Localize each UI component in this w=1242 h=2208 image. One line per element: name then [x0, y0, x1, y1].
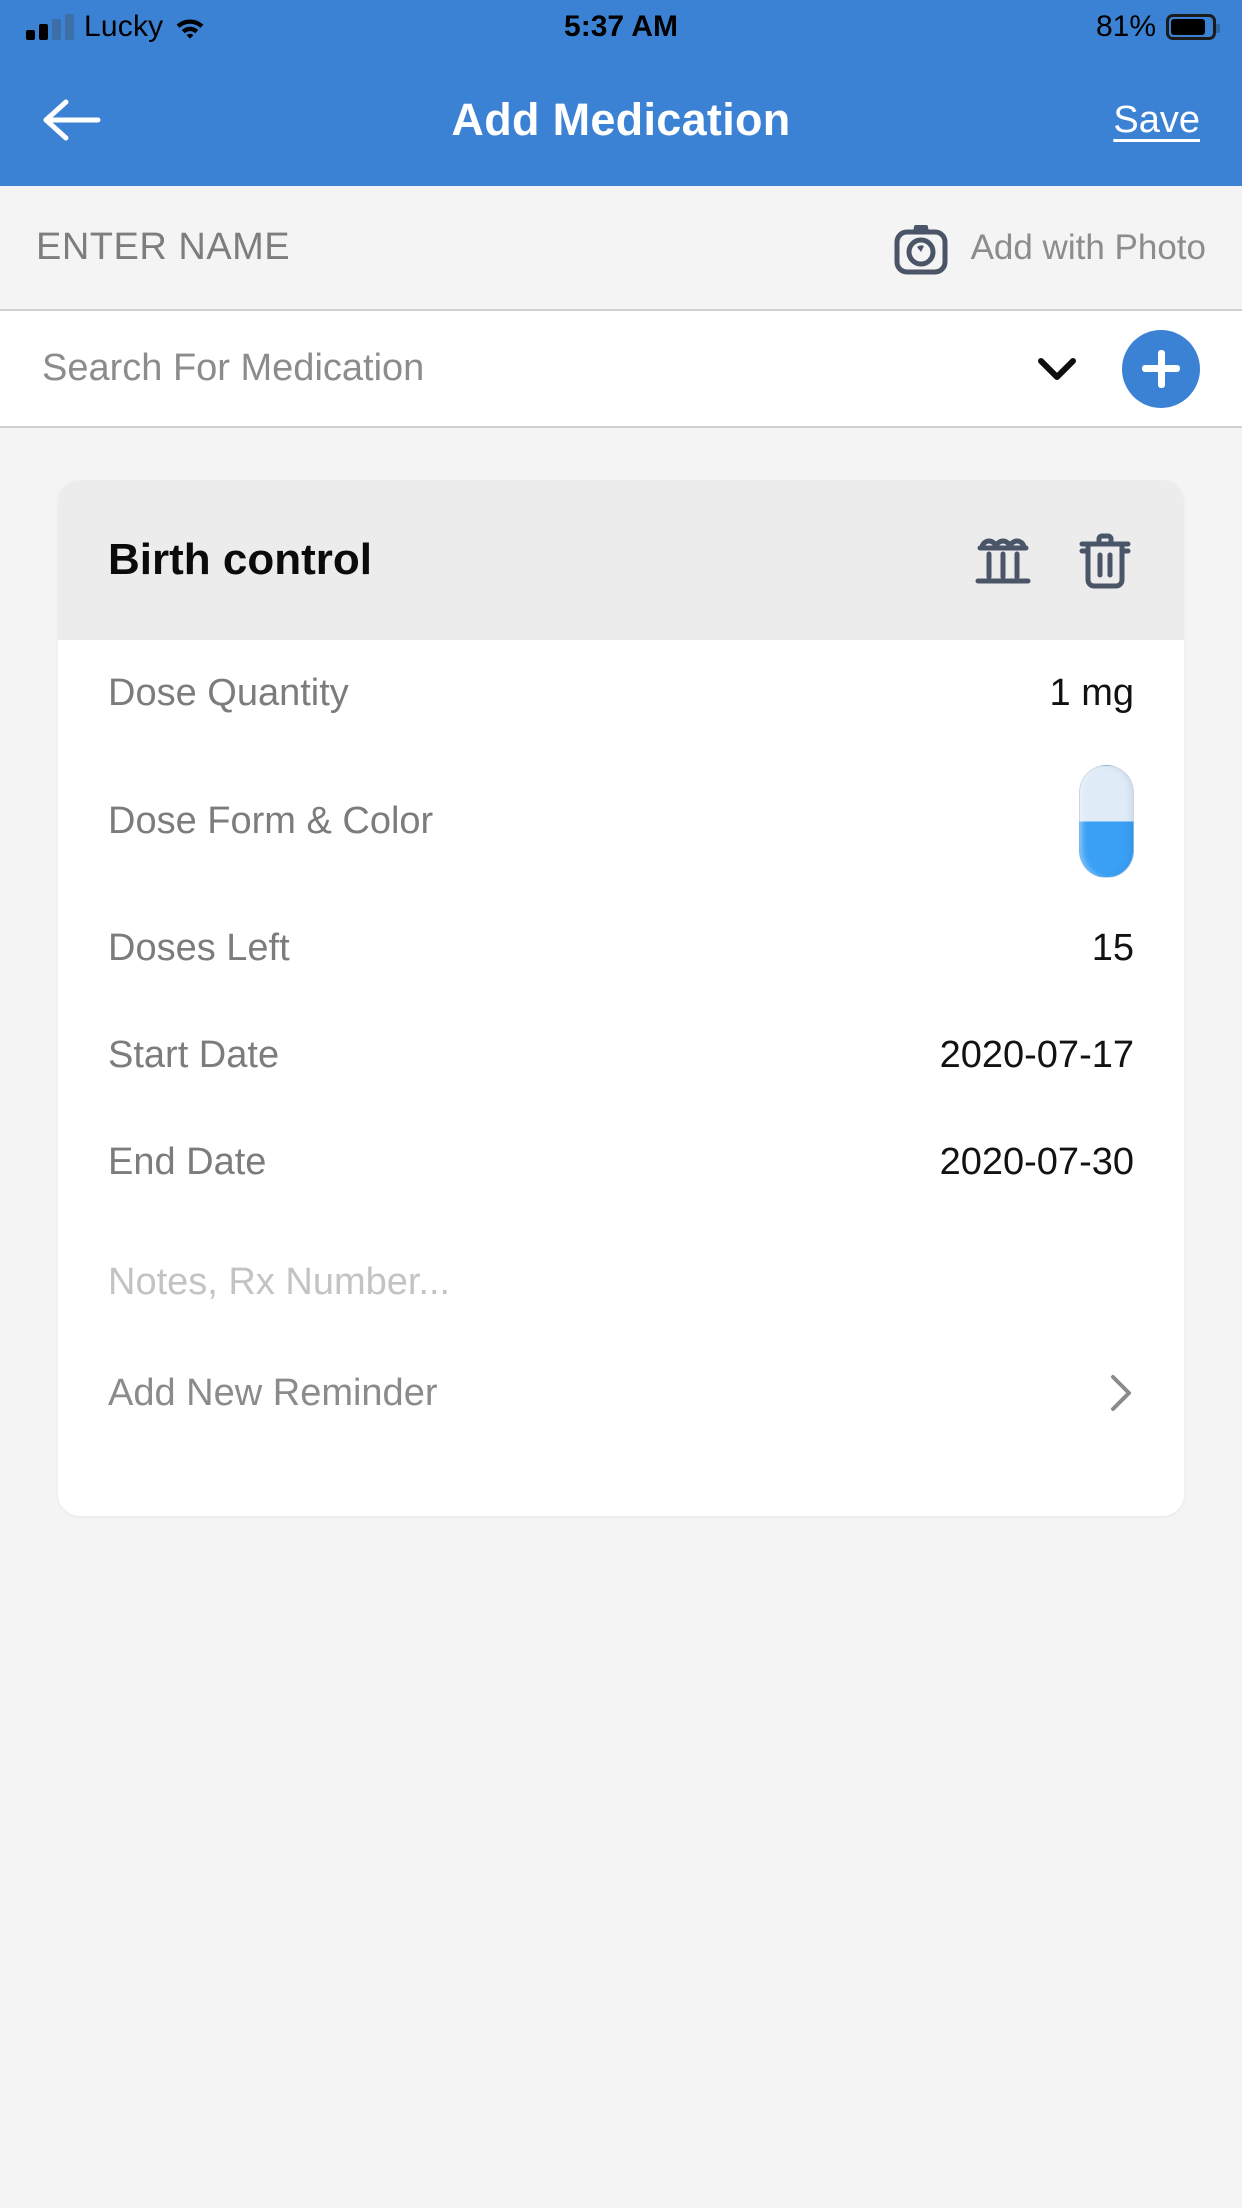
add-medication-button[interactable] [1122, 329, 1200, 408]
carrier-name: Lucky [84, 10, 164, 43]
add-new-reminder-row[interactable]: Add New Reminder [58, 1338, 1184, 1458]
page-title: Add Medication [451, 94, 791, 145]
enter-name-row: ENTER NAME Add with Photo [0, 186, 1242, 311]
medication-card-actions [972, 529, 1134, 591]
start-date-label: Start Date [108, 1034, 280, 1076]
table-row[interactable]: Start Date 2020-07-17 [58, 1002, 1184, 1109]
end-date-label: End Date [108, 1141, 267, 1183]
camera-icon [894, 224, 948, 274]
dose-form-color-label: Dose Form & Color [108, 799, 434, 842]
medication-card-header: Birth control [58, 480, 1184, 640]
table-row[interactable]: End Date 2020-07-30 [58, 1109, 1184, 1216]
trash-icon[interactable] [1076, 529, 1134, 591]
end-date-value: 2020-07-30 [939, 1141, 1134, 1183]
add-new-reminder-label: Add New Reminder [108, 1371, 438, 1414]
battery-percent: 81% [1095, 10, 1156, 43]
add-with-photo-button[interactable]: Add with Photo [893, 220, 1206, 276]
card-footer-spacer [58, 1458, 1184, 1516]
dose-quantity-label: Dose Quantity [108, 672, 349, 714]
doses-left-label: Doses Left [108, 927, 290, 969]
table-row[interactable]: Doses Left 15 [58, 895, 1184, 1002]
nav-bar: Add Medication Save [0, 54, 1242, 186]
plus-icon [1122, 329, 1200, 408]
start-date-value: 2020-07-17 [939, 1034, 1134, 1076]
notes-input[interactable]: Notes, Rx Number... [108, 1261, 450, 1304]
search-input[interactable]: Search For Medication [42, 347, 424, 390]
status-bar-left: Lucky [26, 10, 207, 44]
app-screen: Lucky 5:37 AM 81% Add Medication Save EN… [0, 0, 1242, 2208]
status-bar-right: 81% [1095, 10, 1220, 44]
search-row: Search For Medication [0, 311, 1242, 428]
enter-name-input[interactable]: ENTER NAME [36, 226, 290, 269]
add-with-photo-label: Add with Photo [970, 227, 1206, 267]
medication-name: Birth control [108, 535, 372, 584]
battery-icon [1166, 14, 1220, 40]
table-row[interactable]: Dose Form & Color [58, 747, 1184, 895]
capsule-pill-icon[interactable] [1079, 764, 1134, 878]
status-bar: Lucky 5:37 AM 81% [0, 0, 1242, 54]
medication-card: Birth control Dose Quantity 1 mg Dose Fo… [58, 480, 1184, 1516]
back-arrow-icon[interactable] [42, 94, 104, 146]
chevron-right-icon [1111, 1375, 1131, 1411]
dose-quantity-value: 1 mg [1049, 672, 1134, 714]
pillar-icon[interactable] [972, 529, 1034, 591]
doses-left-value: 15 [1091, 927, 1134, 969]
table-row[interactable]: Dose Quantity 1 mg [58, 640, 1184, 747]
notes-row[interactable]: Notes, Rx Number... [58, 1226, 1184, 1338]
signal-bars-icon [26, 14, 74, 40]
save-button[interactable]: Save [1113, 99, 1200, 142]
chevron-down-icon[interactable] [1036, 354, 1078, 384]
wifi-icon [173, 14, 207, 40]
